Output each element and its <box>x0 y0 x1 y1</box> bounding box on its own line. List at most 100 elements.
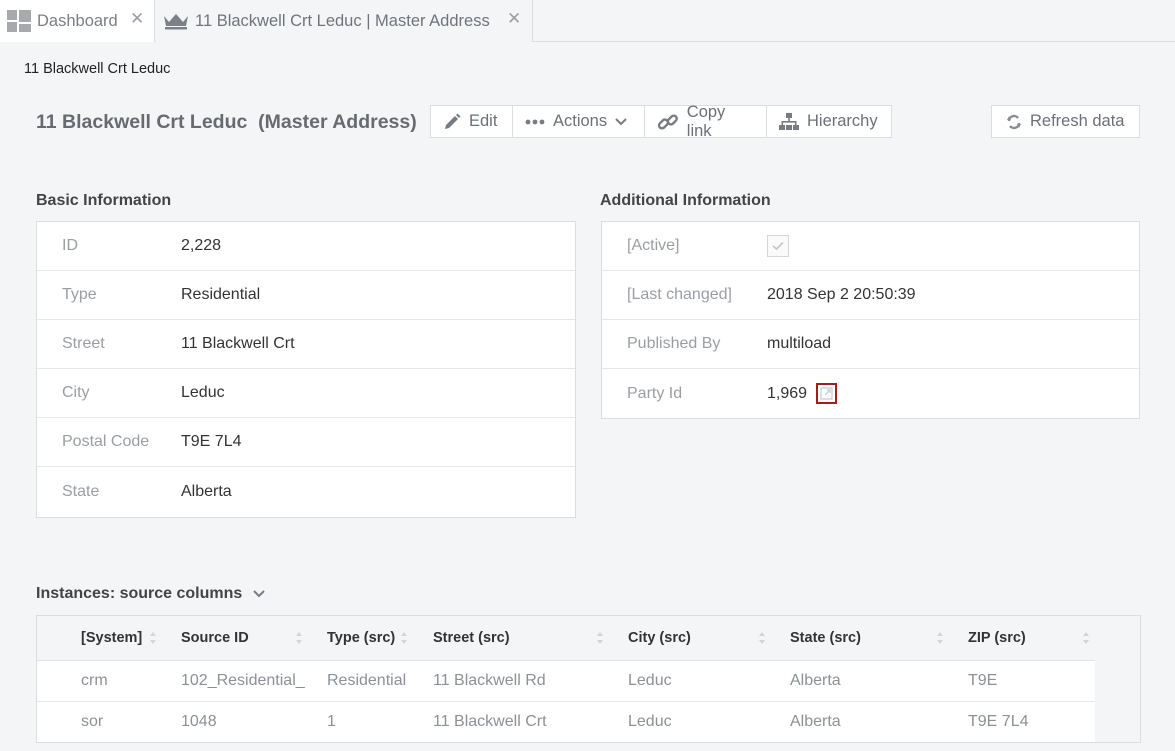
field-value: Residential <box>181 286 261 303</box>
instances-header: Instances: source columns <box>36 585 266 603</box>
cell-street: 11 Blackwell Rd <box>433 660 628 702</box>
field-value: 11 Blackwell Crt <box>181 335 295 352</box>
column-label: [System] <box>81 629 143 646</box>
cell-source-id: 102_Residential_ <box>181 660 327 702</box>
breadcrumb: 11 Blackwell Crt Leduc <box>24 61 171 77</box>
cell-system: crm <box>37 660 181 702</box>
field-value: 2018 Sep 2 20:50:39 <box>767 286 916 303</box>
pencil-icon <box>445 113 461 129</box>
instances-table: [System] Source ID Type (src) Street (sr… <box>36 615 1141 743</box>
cell-type: Residential <box>327 660 433 702</box>
cell-system: sor <box>37 701 181 742</box>
field-value: T9E 7L4 <box>181 433 242 450</box>
column-header-street[interactable]: Street (src) <box>433 616 628 661</box>
cell-state: Alberta <box>790 701 968 742</box>
field-value: multiload <box>767 335 832 352</box>
column-header-city[interactable]: City (src) <box>628 616 790 661</box>
field-label: City <box>62 384 90 401</box>
sort-icon <box>937 632 943 644</box>
field-value: Alberta <box>181 482 232 500</box>
field-label: [Last changed] <box>627 286 732 303</box>
column-label: ZIP (src) <box>968 629 1026 646</box>
sort-icon <box>1083 632 1089 644</box>
table-header-row: [System] Source ID Type (src) Street (sr… <box>37 616 1095 661</box>
basic-info-title: Basic Information <box>36 192 172 209</box>
refresh-icon <box>1007 114 1021 129</box>
cell-type: 1 <box>327 701 433 742</box>
sort-icon <box>150 632 156 644</box>
info-row-type: Type Residential <box>37 271 575 320</box>
external-link-icon <box>820 387 833 400</box>
cell-street: 11 Blackwell Crt <box>433 701 628 742</box>
actions-label: Actions <box>553 112 608 130</box>
cell-city: Leduc <box>628 660 790 702</box>
copy-link-button[interactable]: Copy link <box>644 102 767 140</box>
copy-link-label: Copy link <box>686 102 726 140</box>
field-label: Party Id <box>627 384 683 402</box>
table-row[interactable]: crm 102_Residential_ Residential 11 Blac… <box>37 660 1095 702</box>
cell-zip: T9E <box>968 660 1095 702</box>
tab-dashboard[interactable]: Dashboard ✕ <box>0 0 155 42</box>
refresh-data-button[interactable]: Refresh data <box>991 105 1140 138</box>
column-label: Source ID <box>181 629 249 646</box>
tab-label: 11 Blackwell Crt Leduc | Master Address <box>195 11 490 30</box>
close-icon[interactable]: ✕ <box>130 9 144 29</box>
info-row-last-changed: [Last changed] 2018 Sep 2 20:50:39 <box>602 271 1139 320</box>
field-label: ID <box>62 237 78 254</box>
sort-icon <box>296 632 302 644</box>
sort-icon <box>759 632 765 644</box>
column-header-state[interactable]: State (src) <box>790 616 968 661</box>
column-label: Type (src) <box>327 629 396 646</box>
info-row-active: [Active] <box>602 222 1139 271</box>
cell-city: Leduc <box>628 701 790 742</box>
close-icon[interactable]: ✕ <box>507 9 521 29</box>
info-row-state: State Alberta <box>37 467 575 516</box>
active-checkbox[interactable] <box>767 235 789 257</box>
chevron-down-icon <box>615 117 627 125</box>
field-label: [Active] <box>627 237 680 254</box>
field-label: Published By <box>627 335 721 352</box>
info-row-party-id: Party Id 1,969 <box>602 369 1139 418</box>
edit-button[interactable]: Edit <box>430 105 513 138</box>
sort-icon <box>401 632 407 644</box>
edit-label: Edit <box>469 112 498 130</box>
sitemap-icon <box>779 112 799 130</box>
table-row[interactable]: sor 1048 1 11 Blackwell Crt Leduc Albert… <box>37 701 1095 742</box>
dashboard-icon <box>7 9 31 33</box>
cell-state: Alberta <box>790 660 968 702</box>
column-label: Street (src) <box>433 629 510 646</box>
column-header-system[interactable]: [System] <box>37 616 181 661</box>
column-header-source-id[interactable]: Source ID <box>181 616 327 661</box>
field-label: State <box>62 482 100 500</box>
field-label: Street <box>62 335 105 352</box>
info-row-street: Street 11 Blackwell Crt <box>37 320 575 369</box>
info-row-postal-code: Postal Code T9E 7L4 <box>37 418 575 467</box>
column-header-type[interactable]: Type (src) <box>327 616 433 661</box>
tab-master-address[interactable]: 11 Blackwell Crt Leduc | Master Address … <box>156 0 533 42</box>
action-toolbar: Edit Actions Copy link Hierarchy <box>430 102 892 140</box>
column-header-zip[interactable]: ZIP (src) <box>968 616 1095 661</box>
actions-dropdown[interactable]: Actions <box>512 105 645 138</box>
field-value: 1,969 <box>767 384 808 402</box>
sort-icon <box>597 632 603 644</box>
column-label: State (src) <box>790 629 861 646</box>
cell-zip: T9E 7L4 <box>968 701 1095 742</box>
basic-info-card: ID 2,228 Type Residential Street 11 Blac… <box>36 221 576 518</box>
chevron-down-icon[interactable] <box>252 589 266 599</box>
crown-icon <box>164 14 188 30</box>
hierarchy-button[interactable]: Hierarchy <box>766 105 892 138</box>
page-title: 11 Blackwell Crt Leduc (Master Address) <box>36 111 417 133</box>
additional-info-card: [Active] [Last changed] 2018 Sep 2 20:50… <box>601 221 1140 419</box>
additional-info-title: Additional Information <box>600 192 771 209</box>
instances-title: Instances: source columns <box>36 585 243 602</box>
check-icon <box>772 241 784 251</box>
open-party-link[interactable] <box>816 383 838 404</box>
info-row-id: ID 2,228 <box>37 222 575 271</box>
hierarchy-label: Hierarchy <box>807 112 878 130</box>
field-label: Type <box>62 286 97 303</box>
info-row-published-by: Published By multiload <box>602 320 1139 369</box>
info-row-city: City Leduc <box>37 369 575 418</box>
column-label: City (src) <box>628 629 691 646</box>
cell-source-id: 1048 <box>181 701 327 742</box>
tab-label: Dashboard <box>37 11 118 30</box>
